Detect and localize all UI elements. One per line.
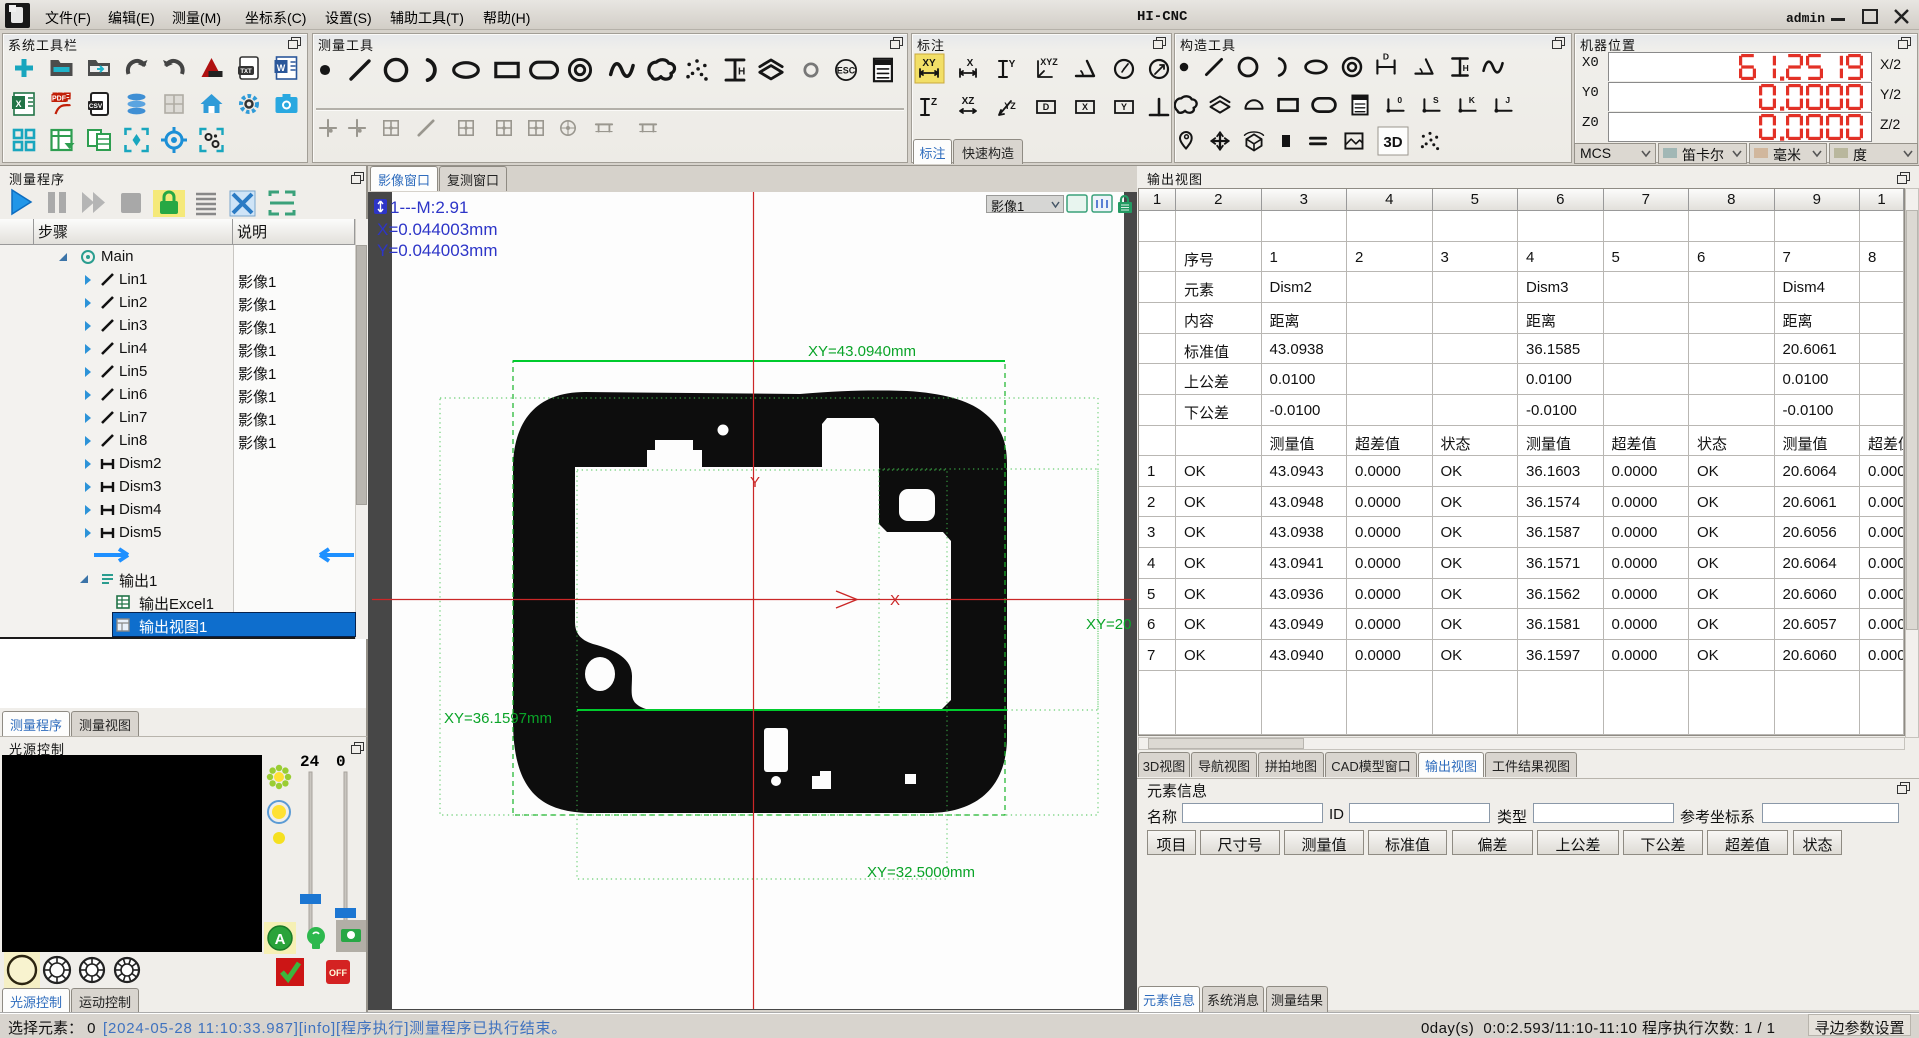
svg-text:0: 0	[336, 753, 346, 771]
svg-text:A: A	[275, 931, 286, 948]
svg-text:0: 0	[1397, 95, 1402, 105]
svg-text:Y: Y	[750, 474, 760, 491]
svg-text:X: X	[15, 99, 21, 109]
svg-text:PDF: PDF	[52, 96, 67, 103]
svg-text:3D: 3D	[1383, 134, 1402, 151]
svg-text:XY=20: XY=20	[1086, 616, 1131, 633]
svg-text:J: J	[1505, 95, 1510, 105]
svg-text:X: X	[967, 58, 974, 69]
svg-text:XY=43.0940mm: XY=43.0940mm	[808, 343, 916, 360]
svg-text:XZ: XZ	[962, 96, 975, 107]
svg-text:Z: Z	[931, 97, 937, 108]
svg-text:Y: Y	[1121, 102, 1127, 112]
svg-text:W: W	[277, 63, 286, 73]
svg-text:XY=32.5000mm: XY=32.5000mm	[867, 864, 975, 881]
svg-text:CSV: CSV	[89, 103, 103, 110]
svg-text:D: D	[1043, 102, 1050, 112]
svg-text:Y: Y	[1009, 59, 1016, 70]
svg-text:ESC: ESC	[837, 65, 856, 75]
svg-text:X: X	[890, 592, 900, 609]
svg-text:X: X	[1082, 102, 1088, 112]
svg-text:XY=36.1597mm: XY=36.1597mm	[444, 710, 552, 727]
svg-text:XYZ: XYZ	[1040, 57, 1058, 67]
svg-text:K: K	[1469, 95, 1476, 105]
svg-text:H: H	[738, 67, 745, 78]
svg-text:OFF: OFF	[329, 968, 347, 978]
svg-text:S: S	[1433, 95, 1439, 105]
svg-text:24: 24	[300, 753, 320, 771]
svg-text:TXT: TXT	[240, 69, 252, 75]
svg-text:XY: XY	[922, 58, 936, 69]
svg-text:D: D	[1383, 51, 1389, 61]
svg-text:H: H	[1463, 63, 1469, 73]
